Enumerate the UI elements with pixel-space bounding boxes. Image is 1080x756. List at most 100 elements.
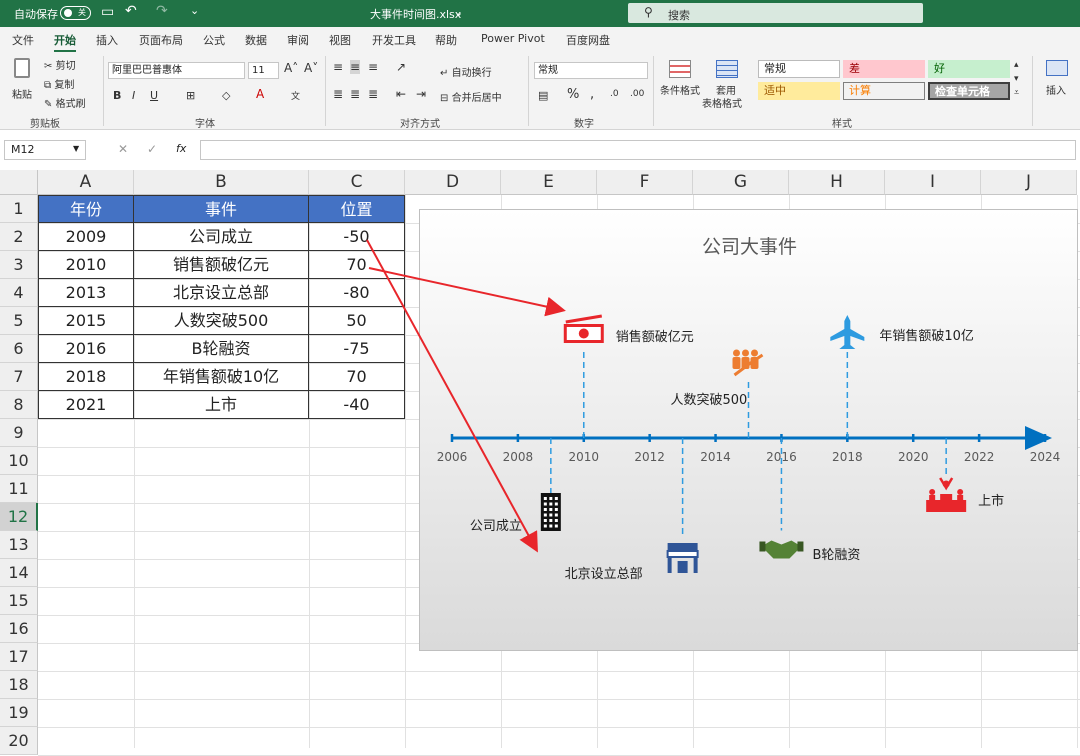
- column-header-a[interactable]: A: [38, 170, 134, 195]
- select-all-button[interactable]: [0, 170, 38, 195]
- row-header-9[interactable]: 9: [0, 419, 38, 447]
- row-header-2[interactable]: 2: [0, 223, 38, 251]
- tab-page-layout[interactable]: 页面布局: [139, 32, 183, 48]
- italic-icon[interactable]: I: [132, 89, 135, 102]
- customize-toolbar-icon[interactable]: ⌄: [190, 4, 199, 17]
- column-header-h[interactable]: H: [789, 170, 885, 195]
- tab-review[interactable]: 审阅: [287, 32, 309, 48]
- row-header-4[interactable]: 4: [0, 279, 38, 307]
- table-cell[interactable]: 70: [309, 363, 405, 391]
- table-cell[interactable]: 2013: [38, 279, 134, 307]
- phonetic-icon[interactable]: 文: [291, 89, 300, 102]
- row-header-8[interactable]: 8: [0, 391, 38, 419]
- style-bad[interactable]: 差: [843, 60, 925, 78]
- comma-icon[interactable]: ,: [590, 87, 594, 102]
- column-header-f[interactable]: F: [597, 170, 693, 195]
- table-header-cell[interactable]: 位置: [309, 195, 405, 223]
- table-header-cell[interactable]: 事件: [134, 195, 309, 223]
- font-size-select[interactable]: 11: [248, 62, 279, 79]
- table-cell[interactable]: 2021: [38, 391, 134, 419]
- redo-icon[interactable]: ↷: [156, 3, 168, 19]
- format-painter-button[interactable]: ✎ 格式刷: [44, 95, 86, 110]
- tab-home[interactable]: 开始: [54, 32, 76, 53]
- tab-power-pivot[interactable]: Power Pivot: [481, 32, 545, 45]
- orientation-icon[interactable]: ↗: [396, 60, 406, 74]
- decrease-indent-icon[interactable]: ⇤: [396, 87, 406, 101]
- font-color-icon[interactable]: A: [256, 87, 264, 101]
- style-normal[interactable]: 常规: [758, 60, 840, 78]
- formula-input[interactable]: [200, 140, 1076, 160]
- table-cell[interactable]: 2015: [38, 307, 134, 335]
- wrap-text-button[interactable]: ↵ 自动换行: [440, 64, 492, 79]
- styles-scroll-up-icon[interactable]: ▴: [1014, 60, 1019, 70]
- table-header-cell[interactable]: 年份: [38, 195, 134, 223]
- row-header-18[interactable]: 18: [0, 671, 38, 699]
- column-header-e[interactable]: E: [501, 170, 597, 195]
- table-cell[interactable]: 北京设立总部: [134, 279, 309, 307]
- bold-icon[interactable]: B: [113, 89, 121, 102]
- search-box[interactable]: ⚲ 搜索: [628, 3, 923, 23]
- percent-icon[interactable]: %: [567, 87, 579, 102]
- cut-button[interactable]: ✂ 剪切: [44, 57, 76, 72]
- row-header-6[interactable]: 6: [0, 335, 38, 363]
- column-header-b[interactable]: B: [134, 170, 309, 195]
- row-header-1[interactable]: 1: [0, 195, 38, 223]
- style-good[interactable]: 好: [928, 60, 1010, 78]
- table-cell[interactable]: 50: [309, 307, 405, 335]
- tab-data[interactable]: 数据: [245, 32, 267, 48]
- table-cell[interactable]: -50: [309, 223, 405, 251]
- row-header-10[interactable]: 10: [0, 447, 38, 475]
- row-header-5[interactable]: 5: [0, 307, 38, 335]
- increase-decimal-icon[interactable]: .0: [610, 89, 619, 99]
- tab-help[interactable]: 帮助: [435, 32, 457, 48]
- underline-icon[interactable]: U: [150, 89, 158, 102]
- table-cell[interactable]: 公司成立: [134, 223, 309, 251]
- column-header-c[interactable]: C: [309, 170, 405, 195]
- row-header-11[interactable]: 11: [0, 475, 38, 503]
- align-top-icon[interactable]: ≡: [333, 60, 343, 74]
- cancel-icon[interactable]: ✕: [118, 142, 128, 156]
- increase-indent-icon[interactable]: ⇥: [416, 87, 426, 101]
- tab-file[interactable]: 文件: [12, 32, 34, 48]
- table-cell[interactable]: B轮融资: [134, 335, 309, 363]
- style-calculation[interactable]: 计算: [843, 82, 925, 100]
- row-header-14[interactable]: 14: [0, 559, 38, 587]
- name-box-dropdown-icon[interactable]: ▼: [73, 144, 79, 153]
- table-cell[interactable]: 2016: [38, 335, 134, 363]
- row-header-19[interactable]: 19: [0, 699, 38, 727]
- font-name-select[interactable]: 阿里巴巴普惠体: [108, 62, 245, 79]
- decrease-decimal-icon[interactable]: .00: [630, 89, 644, 99]
- align-left-icon[interactable]: ≣: [333, 87, 343, 101]
- fill-color-icon[interactable]: ◇: [222, 89, 230, 102]
- table-cell[interactable]: 销售额破亿元: [134, 251, 309, 279]
- insert-function-icon[interactable]: fx: [176, 142, 186, 155]
- title-dropdown-icon[interactable]: ⌄: [454, 6, 463, 19]
- column-header-j[interactable]: J: [981, 170, 1077, 195]
- table-cell[interactable]: 上市: [134, 391, 309, 419]
- align-bottom-icon[interactable]: ≡: [368, 60, 378, 74]
- style-neutral[interactable]: 适中: [758, 82, 840, 100]
- timeline-chart[interactable]: 公司大事件 2006 2008 2010 2012 2014 2016 2018 2020 20…: [419, 209, 1078, 651]
- table-cell[interactable]: -80: [309, 279, 405, 307]
- styles-scroll-down-icon[interactable]: ▾: [1014, 74, 1019, 84]
- row-header-7[interactable]: 7: [0, 363, 38, 391]
- row-header-15[interactable]: 15: [0, 587, 38, 615]
- insert-cells-button[interactable]: 插入: [1040, 58, 1074, 112]
- table-cell[interactable]: 2018: [38, 363, 134, 391]
- row-header-12[interactable]: 12: [0, 503, 38, 531]
- border-icon[interactable]: ⊞: [186, 89, 195, 102]
- tab-developer[interactable]: 开发工具: [372, 32, 416, 48]
- table-cell[interactable]: 2009: [38, 223, 134, 251]
- decrease-font-icon[interactable]: A˅: [304, 61, 318, 75]
- row-header-16[interactable]: 16: [0, 615, 38, 643]
- undo-icon[interactable]: ↶: [125, 3, 137, 19]
- row-header-3[interactable]: 3: [0, 251, 38, 279]
- tab-formulas[interactable]: 公式: [203, 32, 225, 48]
- table-cell[interactable]: -75: [309, 335, 405, 363]
- row-header-17[interactable]: 17: [0, 643, 38, 671]
- merge-center-button[interactable]: ⊟ 合并后居中: [440, 89, 502, 104]
- table-cell[interactable]: 人数突破500: [134, 307, 309, 335]
- row-header-13[interactable]: 13: [0, 531, 38, 559]
- row-header-20[interactable]: 20: [0, 727, 38, 755]
- column-header-g[interactable]: G: [693, 170, 789, 195]
